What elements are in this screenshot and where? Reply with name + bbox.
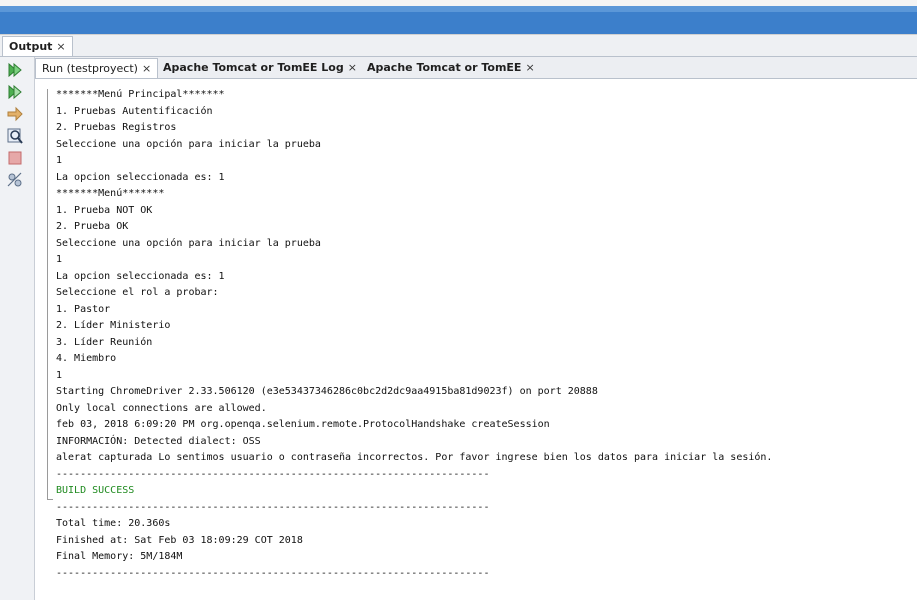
output-tab-label: Output <box>9 40 53 53</box>
console-line: 4. Miembro <box>56 353 117 364</box>
console-line: La opcion seleccionada es: 1 <box>56 270 225 282</box>
output-tab-row: Output × <box>0 35 917 57</box>
title-bar-shade <box>0 6 917 12</box>
stop-arrow-icon[interactable] <box>6 105 24 123</box>
find-icon[interactable] <box>6 127 24 145</box>
console-line: 1. Prueba NOT OK <box>56 204 153 216</box>
build-success: BUILD SUCCESS <box>56 485 135 496</box>
console-line: 2. Líder Ministerio <box>56 320 171 331</box>
console-line: Finished at: Sat Feb 03 18:09:29 COT 201… <box>56 534 303 546</box>
output-tab[interactable]: Output × <box>2 36 73 56</box>
window-title-bar <box>0 6 917 34</box>
console-line: Only local connections are allowed. <box>56 402 267 414</box>
console-line: ----------------------------------------… <box>56 567 490 579</box>
console-line: *******Menú Principal******* <box>56 89 225 100</box>
console-line: La opcion seleccionada es: 1 <box>56 171 225 183</box>
settings-icon[interactable] <box>6 171 24 189</box>
output-window: Output × Run (testproyect) × Apache Tomc… <box>0 34 917 600</box>
tab-run-testproyect[interactable]: Run (testproyect) × <box>35 58 159 78</box>
console-output[interactable]: *******Menú Principal******* 1. Pruebas … <box>44 83 917 600</box>
console-line: 2. Pruebas Registros <box>56 122 177 133</box>
console-line: 1 <box>56 369 63 381</box>
console-line: Seleccione una opción para iniciar la pr… <box>56 237 321 249</box>
fold-bracket-end <box>47 499 53 500</box>
console-line: Final Memory: 5M/184M <box>56 551 183 562</box>
tab-tomcat-log[interactable]: Apache Tomcat or TomEE Log × <box>157 58 363 77</box>
close-icon[interactable]: × <box>142 59 151 78</box>
console-line: 3. Líder Reunión <box>56 336 153 348</box>
tab-label: Run (testproyect) <box>42 62 138 75</box>
console-tab-row: Run (testproyect) × Apache Tomcat or Tom… <box>35 57 917 79</box>
console-line: ----------------------------------------… <box>56 501 490 513</box>
console-line: 1 <box>56 254 63 265</box>
console-line: Seleccione una opción para iniciar la pr… <box>56 138 321 150</box>
close-icon[interactable]: × <box>525 58 534 77</box>
console-line: 1. Pruebas Autentificación <box>56 105 213 117</box>
stop-icon[interactable] <box>6 149 24 167</box>
close-icon[interactable]: × <box>56 37 65 56</box>
console-line: *******Menú******* <box>56 188 165 199</box>
console-line: 1. Pastor <box>56 303 111 315</box>
rerun-icon[interactable] <box>6 61 24 79</box>
console-line: feb 03, 2018 6:09:20 PM org.openqa.selen… <box>56 419 550 430</box>
console-line: 1 <box>56 155 63 166</box>
console-line: Total time: 20.360s <box>56 518 171 529</box>
output-toolbar <box>0 57 35 600</box>
tab-label: Apache Tomcat or TomEE <box>367 61 522 74</box>
console-line: ----------------------------------------… <box>56 468 490 480</box>
tab-tomcat[interactable]: Apache Tomcat or TomEE × <box>361 58 541 77</box>
console-line: alerat capturada Lo sentimos usuario o c… <box>56 452 773 463</box>
console-line: INFORMACIÓN: Detected dialect: OSS <box>56 435 261 447</box>
fold-bracket <box>47 89 48 499</box>
close-icon[interactable]: × <box>348 58 357 77</box>
console-line: Seleccione el rol a probar: <box>56 287 219 298</box>
rerun-with-args-icon[interactable] <box>6 83 24 101</box>
console-line: 2. Prueba OK <box>56 221 129 232</box>
tab-label: Apache Tomcat or TomEE Log <box>163 61 344 74</box>
console-line: Starting ChromeDriver 2.33.506120 (e3e53… <box>56 386 598 397</box>
